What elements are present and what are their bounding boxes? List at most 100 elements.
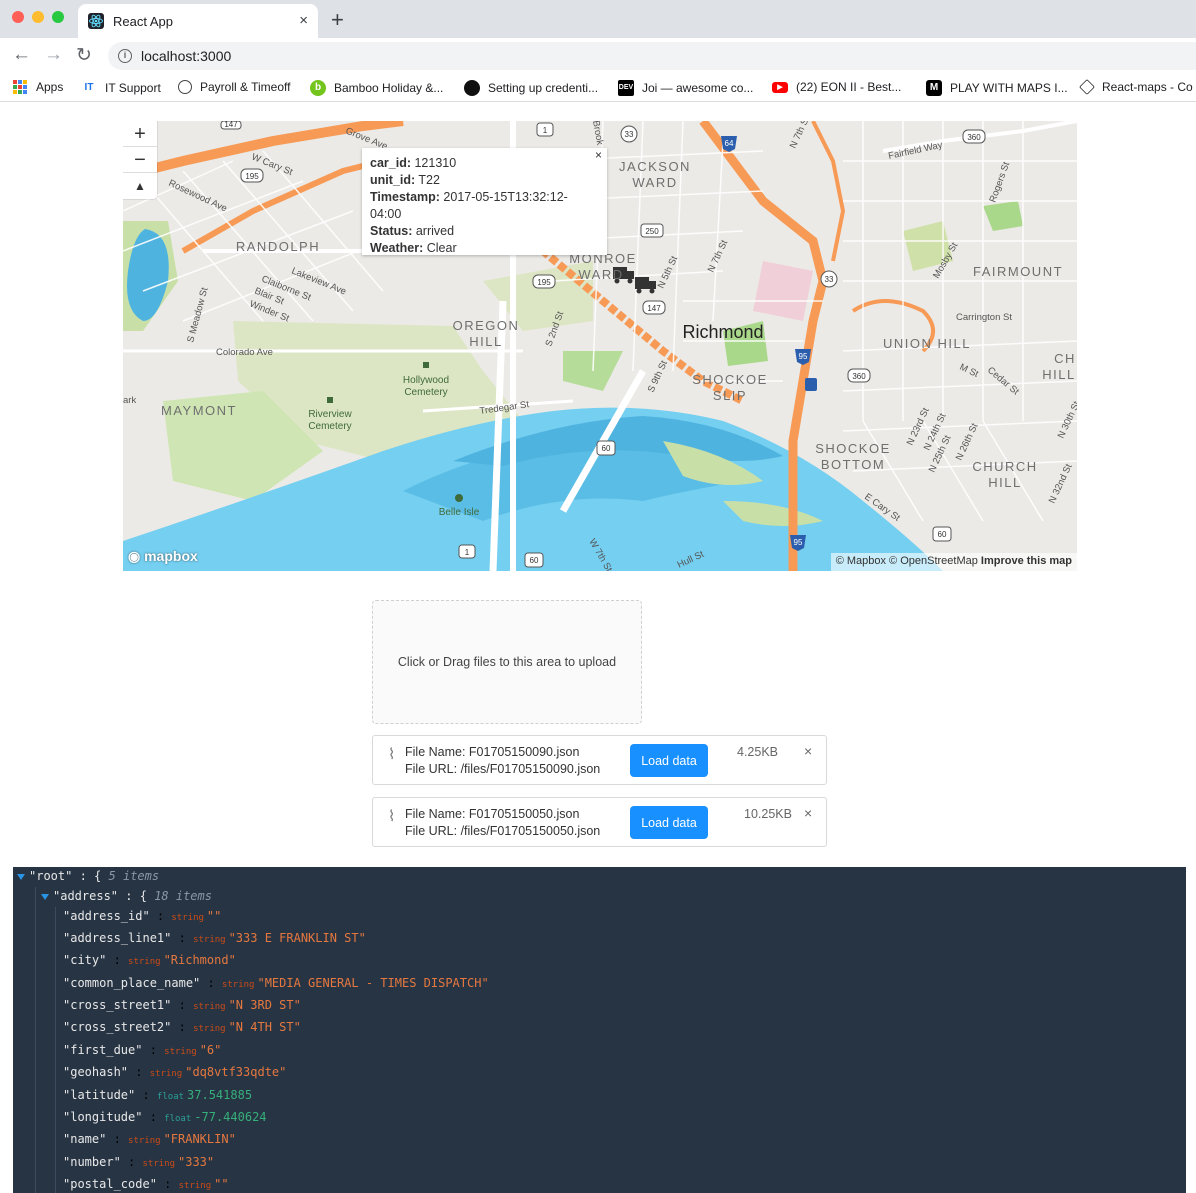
json-field[interactable]: "address_line1" : string "333 E FRANKLIN … [63,931,366,945]
browser-tab[interactable]: React App × [78,4,318,38]
popup-field-status: Status: arrived [370,224,455,238]
json-field[interactable]: "cross_street2" : string "N 4TH ST" [63,1020,301,1034]
bus-station-icon [805,378,817,391]
street-label: S 9th St [646,359,670,395]
json-field[interactable]: "geohash" : string "dq8vtf33qdte" [63,1065,286,1079]
new-tab-button[interactable]: + [331,7,344,33]
street-label: Rosewood Ave [167,178,229,215]
zoom-out-button[interactable]: − [123,147,157,173]
close-window-button[interactable] [12,11,24,23]
file-size: 10.25KB [744,807,792,821]
street-label: Carrington St [956,312,1012,323]
bookmark-label: Payroll & Timeoff [200,80,291,94]
bookmark-react-maps[interactable]: React-maps - Co [1079,79,1193,95]
json-field[interactable]: "longitude" : float -77.440624 [63,1110,267,1124]
codesandbox-icon [1079,79,1095,95]
bookmark-github[interactable]: Setting up credenti... [464,80,598,96]
mapbox-logo[interactable]: ◉ mapbox [128,548,198,565]
file-url: File URL: /files/F01705150090.json [405,762,601,776]
address-bar[interactable]: i localhost:3000 [108,42,1196,70]
json-field[interactable]: "first_due" : string "6" [63,1043,221,1057]
paperclip-icon: ⌇ [388,808,396,825]
back-button[interactable]: ← [12,44,31,66]
improve-map-link[interactable]: Improve this map [981,555,1072,567]
bookmark-label: Joi — awesome co... [642,81,754,95]
load-data-button[interactable]: Load data [630,744,708,777]
bookmarks-bar: Apps IT IT Support Payroll & Timeoff b B… [0,74,1196,102]
uploaded-file-item: ⌇ File Name: F01705150090.json File URL:… [372,735,827,785]
json-field[interactable]: "postal_code" : string "" [63,1177,229,1191]
bookmark-joi[interactable]: DEV Joi — awesome co... [618,80,753,96]
neighborhood-label: WARD [578,267,623,282]
json-field[interactable]: "name" : string "FRANKLIN" [63,1132,236,1146]
bookmark-label: Apps [36,80,64,94]
file-name: File Name: F01705150090.json [405,745,580,759]
json-viewer: "root" : { 5 items "address" : { 18 item… [13,867,1186,1193]
bookmark-label: PLAY WITH MAPS I... [950,81,1068,95]
react-logo-icon [88,13,104,29]
url-text[interactable]: localhost:3000 [141,48,231,64]
street-label: N 7th St [706,238,731,274]
reload-button[interactable]: ↻ [76,44,92,67]
file-size: 4.25KB [737,745,779,759]
collapse-caret-icon[interactable] [17,873,25,880]
collapse-caret-icon[interactable] [41,893,49,900]
minimize-window-button[interactable] [32,11,44,23]
file-name: File Name: F01705150050.json [405,807,580,821]
bookmark-label: (22) EON II - Best... [796,80,902,94]
json-field[interactable]: "latitude" : float 37.541885 [63,1088,252,1102]
neighborhood-label: OREGON [453,318,520,333]
route-shield: 95 [794,538,803,547]
bookmark-bamboo[interactable]: b Bamboo Holiday &... [310,80,443,96]
route-shield: 95 [799,352,808,361]
tab-close-icon[interactable]: × [299,12,308,29]
json-field[interactable]: "number" : string "333" [63,1155,214,1169]
neighborhood-label: SLIP [713,388,747,403]
bookmark-payroll[interactable]: Payroll & Timeoff [178,80,290,94]
poi-label: Cemetery [404,387,447,398]
truck-icon[interactable] [635,277,656,294]
map-navigation-controls: + − ▲ [123,121,157,199]
dev-icon: DEV [618,80,634,96]
json-address-node: "address" : { 18 items [41,889,212,903]
uploaded-file-item: ⌇ File Name: F01705150050.json File URL:… [372,797,827,847]
street-label: Fairfield Way [887,140,943,162]
forward-button[interactable]: → [44,44,63,66]
bookmark-maps[interactable]: M PLAY WITH MAPS I... [926,80,1068,96]
remove-file-icon[interactable]: × [804,743,812,759]
bookmark-youtube[interactable]: ▶ (22) EON II - Best... [772,80,901,94]
poi-label: Belle Isle [439,507,480,518]
street-label: Cedar St [985,365,1021,398]
file-url: File URL: /files/F01705150050.json [405,824,601,838]
popup-field-weather: Weather: Clear [370,241,457,255]
map-view[interactable]: 147 1 33 64 360 195 250 195 147 33 95 36… [123,121,1077,571]
route-shield: 33 [825,275,834,284]
route-shield: 250 [645,227,659,236]
json-field[interactable]: "city" : string "Richmond" [63,953,236,967]
medium-icon: M [926,80,942,96]
remove-file-icon[interactable]: × [804,805,812,821]
file-upload-dropzone[interactable]: Click or Drag files to this area to uplo… [372,600,642,724]
popup-close-icon[interactable]: × [595,148,602,162]
popup-field-unit-id: unit_id: T22 [370,173,440,187]
maximize-window-button[interactable] [52,11,64,23]
route-shield: 147 [224,121,238,129]
json-field[interactable]: "cross_street1" : string "N 3RD ST" [63,998,301,1012]
bookmark-apps[interactable]: Apps [13,80,63,94]
street-label: N 7th S [788,121,811,150]
zoom-in-button[interactable]: + [123,121,157,147]
load-data-button[interactable]: Load data [630,806,708,839]
site-info-icon[interactable]: i [118,49,132,63]
json-field[interactable]: "address_id" : string "" [63,909,221,923]
neighborhood-label: HILL [988,475,1021,490]
json-field[interactable]: "common_place_name" : string "MEDIA GENER… [63,976,489,990]
neighborhood-label: UNION HILL [883,336,971,351]
browser-tabstrip: React App × + [0,0,1196,38]
neighborhood-label: CHURCH [972,459,1037,474]
attribution-text[interactable]: © Mapbox © OpenStreetMap [836,555,978,567]
street-label: M St [958,362,981,380]
compass-button[interactable]: ▲ [123,173,157,199]
bookmark-it-support[interactable]: IT IT Support [82,80,161,96]
street-label: Rogers St [987,160,1012,204]
cemetery-icon [423,362,429,368]
